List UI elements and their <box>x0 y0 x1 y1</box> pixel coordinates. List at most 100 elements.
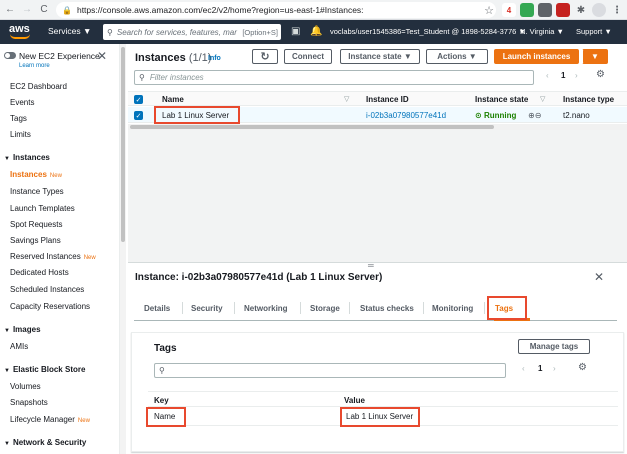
browser-toolbar: ← → C 🔒 https://console.aws.amazon.com/e… <box>0 0 627 20</box>
sidebar-item-spot-requests[interactable]: Spot Requests <box>10 220 62 229</box>
column-name[interactable]: Name <box>162 95 184 104</box>
tab-storage[interactable]: Storage <box>310 304 340 313</box>
bookmark-star-icon[interactable]: ☆ <box>482 3 496 17</box>
sidebar-item-tags[interactable]: Tags <box>10 114 27 123</box>
scrollbar-thumb[interactable] <box>130 125 494 129</box>
search-icon: ⚲ <box>139 73 145 82</box>
column-filter-icon[interactable]: ▽ <box>344 95 349 103</box>
sidebar-item-label: Reserved Instances <box>10 252 81 261</box>
refresh-icon: ↻ <box>260 51 270 63</box>
sidebar-item-dedicated-hosts[interactable]: Dedicated Hosts <box>10 268 69 277</box>
back-icon[interactable]: ← <box>3 3 17 17</box>
sidebar-item-ec2-dashboard[interactable]: EC2 Dashboard <box>10 82 67 91</box>
sidebar-item-savings-plans[interactable]: Savings Plans <box>10 236 61 245</box>
connect-button[interactable]: Connect <box>284 49 332 64</box>
sidebar-section-ebs[interactable]: ▼ Elastic Block Store <box>4 365 85 374</box>
tags-table-header: Key Value <box>148 391 618 407</box>
sidebar-item-volumes[interactable]: Volumes <box>10 382 41 391</box>
launch-dropdown-button[interactable]: ▼ <box>582 49 608 64</box>
address-bar[interactable]: 🔒 https://console.aws.amazon.com/ec2/v2/… <box>56 2 496 18</box>
puzzle-icon[interactable]: ✱ <box>574 3 588 17</box>
manage-tags-button[interactable]: Manage tags <box>518 339 590 354</box>
account-menu[interactable]: voclabs/user1545386=Test_Student @ 1898-… <box>330 27 526 36</box>
close-icon[interactable]: ✕ <box>594 270 604 284</box>
tab-security[interactable]: Security <box>191 304 223 313</box>
annotation-highlight <box>154 106 240 124</box>
page-number[interactable]: 1 <box>538 364 542 373</box>
prev-page-icon[interactable]: ‹ <box>546 71 549 80</box>
settings-gear-icon[interactable]: ⚙ <box>596 69 605 80</box>
sidebar-item-launch-templates[interactable]: Launch Templates <box>10 204 75 213</box>
sidebar-item-scheduled-instances[interactable]: Scheduled Instances <box>10 285 84 294</box>
sidebar-item-snapshots[interactable]: Snapshots <box>10 398 48 407</box>
bell-icon[interactable]: 🔔 <box>310 26 322 37</box>
annotation-highlight <box>146 407 186 427</box>
column-instance-type[interactable]: Instance type <box>563 95 614 104</box>
instances-panel: Instances (1/1) Info ↻ Connect Instance … <box>128 44 627 130</box>
sidebar-scrollbar[interactable] <box>120 44 126 454</box>
main-content: Instances (1/1) Info ↻ Connect Instance … <box>128 44 627 454</box>
sidebar-item-amis[interactable]: AMIs <box>10 342 28 351</box>
column-key: Key <box>154 396 169 405</box>
sidebar-item-instance-types[interactable]: Instance Types <box>10 187 64 196</box>
prev-page-icon[interactable]: ‹ <box>522 364 525 373</box>
sidebar-item-capacity-reservations[interactable]: Capacity Reservations <box>10 302 90 311</box>
select-all-checkbox[interactable]: ✓ <box>134 95 143 104</box>
tags-search-input[interactable]: ⚲ <box>154 363 506 378</box>
profile-avatar[interactable] <box>592 3 606 17</box>
launch-instances-button[interactable]: Launch instances <box>494 49 579 64</box>
extension-badge-icon[interactable]: 4 <box>502 3 516 17</box>
new-badge: New <box>49 173 62 179</box>
aws-console-header: aws Services ▼ ⚲ Search for services, fe… <box>0 20 627 44</box>
sidebar-section-instances[interactable]: ▼ Instances <box>4 153 50 162</box>
row-checkbox[interactable]: ✓ <box>134 111 143 120</box>
sidebar-item-limits[interactable]: Limits <box>10 130 31 139</box>
sidebar-item-instances[interactable]: Instances New <box>10 170 62 179</box>
support-menu[interactable]: Support ▼ <box>576 27 612 36</box>
info-link[interactable]: Info <box>208 55 221 62</box>
forward-icon[interactable]: → <box>20 3 34 17</box>
tab-status-checks[interactable]: Status checks <box>360 304 414 313</box>
zoom-icons[interactable]: ⊕⊖ <box>528 111 541 120</box>
column-filter-icon[interactable]: ▽ <box>540 95 545 103</box>
tab-monitoring[interactable]: Monitoring <box>432 304 473 313</box>
new-experience-toggle[interactable] <box>4 52 16 59</box>
search-icon: ⚲ <box>159 366 165 375</box>
instance-state-button[interactable]: Instance state ▼ <box>340 49 420 64</box>
extension-icon[interactable] <box>556 3 570 17</box>
resize-handle-icon[interactable]: ═ <box>368 261 374 270</box>
cloudshell-icon[interactable]: ▣ <box>291 26 300 37</box>
tab-details[interactable]: Details <box>144 304 170 313</box>
sidebar-section-images[interactable]: ▼ Images <box>4 325 41 334</box>
page-number[interactable]: 1 <box>561 71 565 80</box>
aws-logo[interactable]: aws <box>9 23 35 41</box>
column-instance-state[interactable]: Instance state <box>475 95 528 104</box>
scrollbar-thumb[interactable] <box>121 47 125 242</box>
services-menu[interactable]: Services ▼ <box>48 26 91 36</box>
title-text: Instances <box>135 52 186 64</box>
caret-down-icon: ▼ <box>4 441 10 447</box>
sidebar-item-lifecycle-manager[interactable]: Lifecycle Manager New <box>10 415 90 424</box>
extension-icon[interactable] <box>538 3 552 17</box>
actions-button[interactable]: Actions ▼ <box>426 49 488 64</box>
learn-more-link[interactable]: Learn more <box>19 63 50 69</box>
next-page-icon[interactable]: › <box>575 71 578 80</box>
sidebar-item-reserved-instances[interactable]: Reserved Instances New <box>10 252 96 261</box>
refresh-button[interactable]: ↻ <box>252 49 278 64</box>
tab-networking[interactable]: Networking <box>244 304 288 313</box>
next-page-icon[interactable]: › <box>553 364 556 373</box>
reload-icon[interactable]: C <box>37 3 51 17</box>
region-menu[interactable]: N. Virginia ▼ <box>520 27 564 36</box>
table-horizontal-scrollbar[interactable] <box>128 124 627 130</box>
extension-icon[interactable] <box>520 3 534 17</box>
services-search-input[interactable]: ⚲ Search for services, features, mar [Op… <box>103 24 281 40</box>
settings-gear-icon[interactable]: ⚙ <box>578 362 587 373</box>
sidebar-section-network-security[interactable]: ▼ Network & Security <box>4 438 86 447</box>
sidebar-item-events[interactable]: Events <box>10 98 34 107</box>
filter-instances-input[interactable]: ⚲ Filter instances <box>134 70 534 85</box>
menu-kebab-icon[interactable]: ⋮ <box>610 3 624 17</box>
instance-id-link[interactable]: i-02b3a07980577e41d <box>366 111 446 120</box>
caret-down-icon: ▼ <box>4 368 10 374</box>
column-instance-id[interactable]: Instance ID <box>366 95 409 104</box>
close-icon[interactable]: ✕ <box>97 49 107 63</box>
